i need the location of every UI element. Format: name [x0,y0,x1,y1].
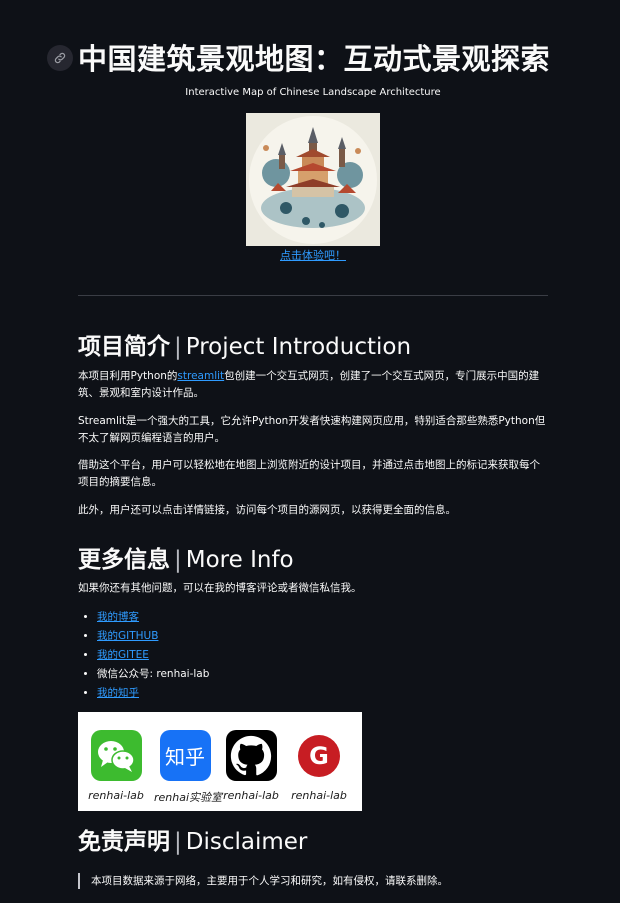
gitee-link[interactable]: 我的GITEE [97,649,149,661]
wechat-icon [90,730,142,781]
list-item: 我的知乎 [97,684,209,703]
more-info-heading: 更多信息 | More Info [78,547,294,573]
intro-paragraph-3: 借助这个平台，用户可以轻松地在地图上浏览附近的设计项目，并通过点击地图上的标记来… [78,459,540,488]
intro-heading: 项目简介 | Project Introduction [78,334,412,360]
intro-paragraph-2: Streamlit是一个强大的工具，它允许Python开发者快速构建网页应用，特… [78,415,546,444]
page-title: 中国建筑景观地图：互动式景观探索 [78,42,551,76]
social-caption: renhai-lab [88,789,144,802]
list-item: 我的GITHUB [97,627,209,646]
social-caption: renhai实验室 [154,791,223,804]
divider [78,295,548,296]
intro-paragraph-1: 本项目利用Python的streamlit包创建一个交互式网页，创建了一个交互式… [78,370,540,399]
disclaimer-heading: 免责声明 | Disclaimer [78,829,308,855]
blog-link[interactable]: 我的博客 [97,611,139,623]
try-it-link[interactable]: 点击体验吧！ [78,247,548,263]
hero-illustration [246,113,380,246]
github-icon [225,730,277,781]
more-info-text: 如果你还有其他问题，可以在我的博客评论或者微信私信我。 [78,582,362,594]
social-item-wechat: renhai-lab [85,730,147,802]
social-caption: renhai-lab [223,789,279,802]
disclaimer-quote: 本项目数据来源于网络，主要用于个人学习和研究，如有侵权，请联系删除。 [78,873,448,889]
social-caption: renhai-lab [291,789,347,802]
intro-paragraph-4: 此外，用户还可以点击详情链接，访问每个项目的源网页，以获得更全面的信息。 [78,504,456,516]
list-item: 微信公众号: renhai-lab [97,665,209,684]
gitee-icon: G [293,730,345,781]
social-item-zhihu: 知乎 renhai实验室 [154,730,223,805]
list-item: 我的博客 [97,608,209,627]
zhihu-link[interactable]: 我的知乎 [97,687,139,699]
link-icon[interactable] [47,45,73,71]
wechat-account-text: 微信公众号: renhai-lab [97,668,210,680]
zhihu-icon: 知乎 [159,730,211,781]
contact-list: 我的博客 我的GITHUB 我的GITEE 微信公众号: renhai-lab … [78,608,209,703]
streamlit-link[interactable]: streamlit [177,370,224,382]
social-item-github: renhai-lab [220,730,282,802]
social-item-gitee: G renhai-lab [288,730,350,802]
page-subtitle: Interactive Map of Chinese Landscape Arc… [185,87,441,98]
social-accounts-image: renhai-lab 知乎 renhai实验室 renhai-lab G ren… [78,712,362,811]
github-link[interactable]: 我的GITHUB [97,630,158,642]
list-item: 我的GITEE [97,646,209,665]
